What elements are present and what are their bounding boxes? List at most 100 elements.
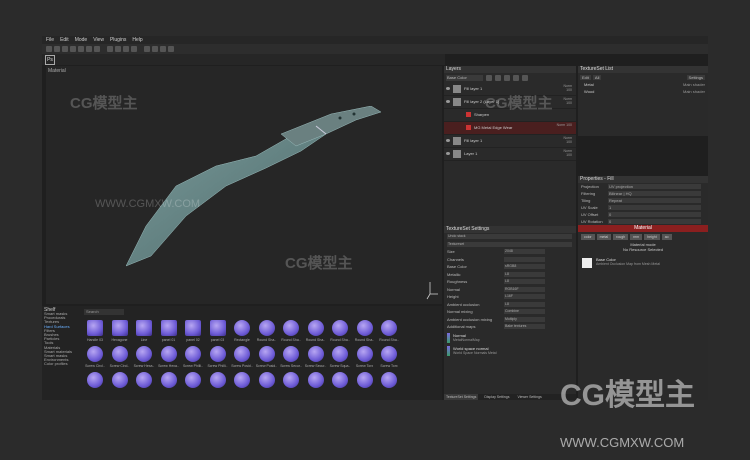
shelf-item[interactable] (329, 372, 351, 398)
shelf-item[interactable]: Hexagone (109, 320, 131, 346)
setting-value[interactable]: Undo stack (447, 234, 572, 239)
menu-item-help[interactable]: Help (132, 37, 142, 43)
bake-icon[interactable] (144, 46, 150, 52)
layer-row[interactable]: Fill layer 1 Norm 100 (444, 135, 576, 148)
layer-blend-mode[interactable]: Norm 100 (563, 84, 572, 92)
setting-value[interactable]: L8 (504, 271, 545, 277)
visibility-eye-icon[interactable] (446, 87, 450, 90)
add-fill-icon[interactable] (495, 75, 501, 81)
setting-value[interactable]: Textureset (447, 241, 572, 247)
shelf-item[interactable] (280, 372, 302, 398)
setting-value[interactable]: sRGB8 (504, 264, 545, 269)
shelf-item[interactable]: Round Sha.. (378, 320, 400, 346)
layer-row[interactable]: MG Metal Edge Wear Norm 100 (444, 122, 576, 135)
textureset-row[interactable]: Wood Main shader (578, 88, 708, 95)
projection-icon[interactable] (62, 46, 68, 52)
layer-blend-mode[interactable]: Norm 100 (563, 149, 572, 157)
material-header[interactable]: Material (578, 225, 708, 232)
settings-icon[interactable] (168, 46, 174, 52)
layout-icon[interactable] (123, 46, 129, 52)
channel-dropdown[interactable]: Base Color (446, 75, 483, 81)
shelf-item[interactable] (256, 372, 278, 398)
property-value[interactable]: 0 (608, 212, 701, 217)
property-value[interactable]: UV projection (608, 184, 701, 189)
menu-item-plugins[interactable]: Plugins (110, 37, 126, 43)
property-value[interactable]: 0 (608, 219, 701, 224)
visibility-eye-icon[interactable] (446, 139, 450, 142)
camera-icon[interactable] (107, 46, 113, 52)
menu-item-edit[interactable]: Edit (60, 37, 69, 43)
shelf-item[interactable]: Handle 03 (84, 320, 106, 346)
property-value[interactable]: 1 (608, 205, 701, 210)
axis-gizmo[interactable] (426, 280, 440, 300)
setting-value[interactable]: RGB16F (504, 286, 545, 292)
shelf-item[interactable]: Round Sha.. (354, 320, 376, 346)
setting-value[interactable]: Combine (504, 309, 545, 314)
shelf-item[interactable] (158, 372, 180, 398)
channel-toggle-height[interactable]: height (644, 234, 660, 240)
shelf-item[interactable]: Screw Hexa.. (133, 346, 155, 372)
shelf-item[interactable]: panel 01 (158, 320, 180, 346)
shelf-item[interactable] (84, 372, 106, 398)
shelf-item[interactable]: Screw Posid.. (231, 346, 253, 372)
layer-row[interactable]: Fill layer 2 (Layer 1) Norm 100 (444, 96, 576, 109)
view-icon[interactable] (115, 46, 121, 52)
visibility-eye-icon[interactable] (446, 152, 450, 155)
setting-value[interactable]: L16F (504, 294, 545, 299)
shelf-item[interactable]: Round Sha.. (256, 320, 278, 346)
settings-tab[interactable]: TextureSet Settings (444, 394, 479, 400)
edit-button[interactable]: Edit (580, 74, 591, 80)
layer-row[interactable]: Sharpen (444, 109, 576, 122)
shelf-item[interactable]: Screw Philli.. (182, 346, 204, 372)
layer-row[interactable]: Layer 1 Norm 100 (444, 148, 576, 161)
textureset-row[interactable]: Metal Main shader (578, 81, 708, 88)
menu-item-view[interactable]: View (93, 37, 104, 43)
shelf-item[interactable] (182, 372, 204, 398)
shelf-item[interactable] (305, 372, 327, 398)
geometry-fill-icon[interactable] (70, 46, 76, 52)
photoshop-export-button[interactable]: Ps (45, 54, 55, 65)
channel-toggle-ao[interactable]: ao (661, 234, 672, 240)
shelf-item[interactable] (354, 372, 376, 398)
delete-layer-icon[interactable] (522, 75, 528, 81)
shelf-item[interactable]: panel 03 (207, 320, 229, 346)
settings-tab[interactable]: Display Settings (482, 394, 511, 400)
menu-item-mode[interactable]: Mode (75, 37, 88, 43)
add-layer-icon[interactable] (486, 75, 492, 81)
shelf-item[interactable] (207, 372, 229, 398)
shelf-category-item[interactable]: Color profiles (44, 362, 80, 366)
channel-toggle-nrm[interactable]: nrm (630, 234, 643, 240)
all-button[interactable]: All (592, 74, 602, 80)
channel-toggle-rough[interactable]: rough (613, 234, 629, 240)
additional-map-item[interactable]: World space normal World Space Normals Me… (444, 345, 576, 357)
visibility-eye-icon[interactable] (446, 100, 450, 103)
channel-toggle-metal[interactable]: metal (596, 234, 612, 240)
settings-button[interactable]: Settings (686, 74, 705, 80)
property-value[interactable]: Bilinear | HQ (608, 191, 701, 196)
property-value[interactable]: Repeat (608, 198, 701, 203)
shelf-item[interactable]: Round Sha.. (329, 320, 351, 346)
shelf-item[interactable] (133, 372, 155, 398)
channel-toggle-color[interactable]: color (581, 234, 595, 240)
shelf-item[interactable]: Rectangle (231, 320, 253, 346)
additional-map-item[interactable]: Normal MetalNormalMap (444, 332, 576, 344)
share-icon[interactable] (160, 46, 166, 52)
shelf-item[interactable]: Round Sha.. (305, 320, 327, 346)
shelf-item[interactable]: Screw Secur.. (305, 346, 327, 372)
layer-row[interactable]: Fill layer 1 Norm 100 (444, 83, 576, 96)
shelf-search-input[interactable]: Search (84, 309, 124, 315)
setting-value[interactable] (504, 256, 545, 262)
add-mask-icon[interactable] (504, 75, 510, 81)
setting-value[interactable]: Multiply (504, 316, 545, 322)
shelf-item[interactable]: Screw Posid.. (256, 346, 278, 372)
shelf-item[interactable]: Round Sha.. (280, 320, 302, 346)
clone-icon[interactable] (86, 46, 92, 52)
paint-brush-icon[interactable] (46, 46, 52, 52)
shelf-item[interactable] (378, 372, 400, 398)
shelf-item[interactable]: Screw Circl.. (109, 346, 131, 372)
shelf-item[interactable] (231, 372, 253, 398)
base-color-slot[interactable]: Base Color Ambient Occlusion Map from Me… (578, 256, 708, 270)
export-icon[interactable] (152, 46, 158, 52)
layer-blend-mode[interactable]: Norm 100 (557, 123, 572, 127)
menu-item-file[interactable]: File (46, 37, 54, 43)
